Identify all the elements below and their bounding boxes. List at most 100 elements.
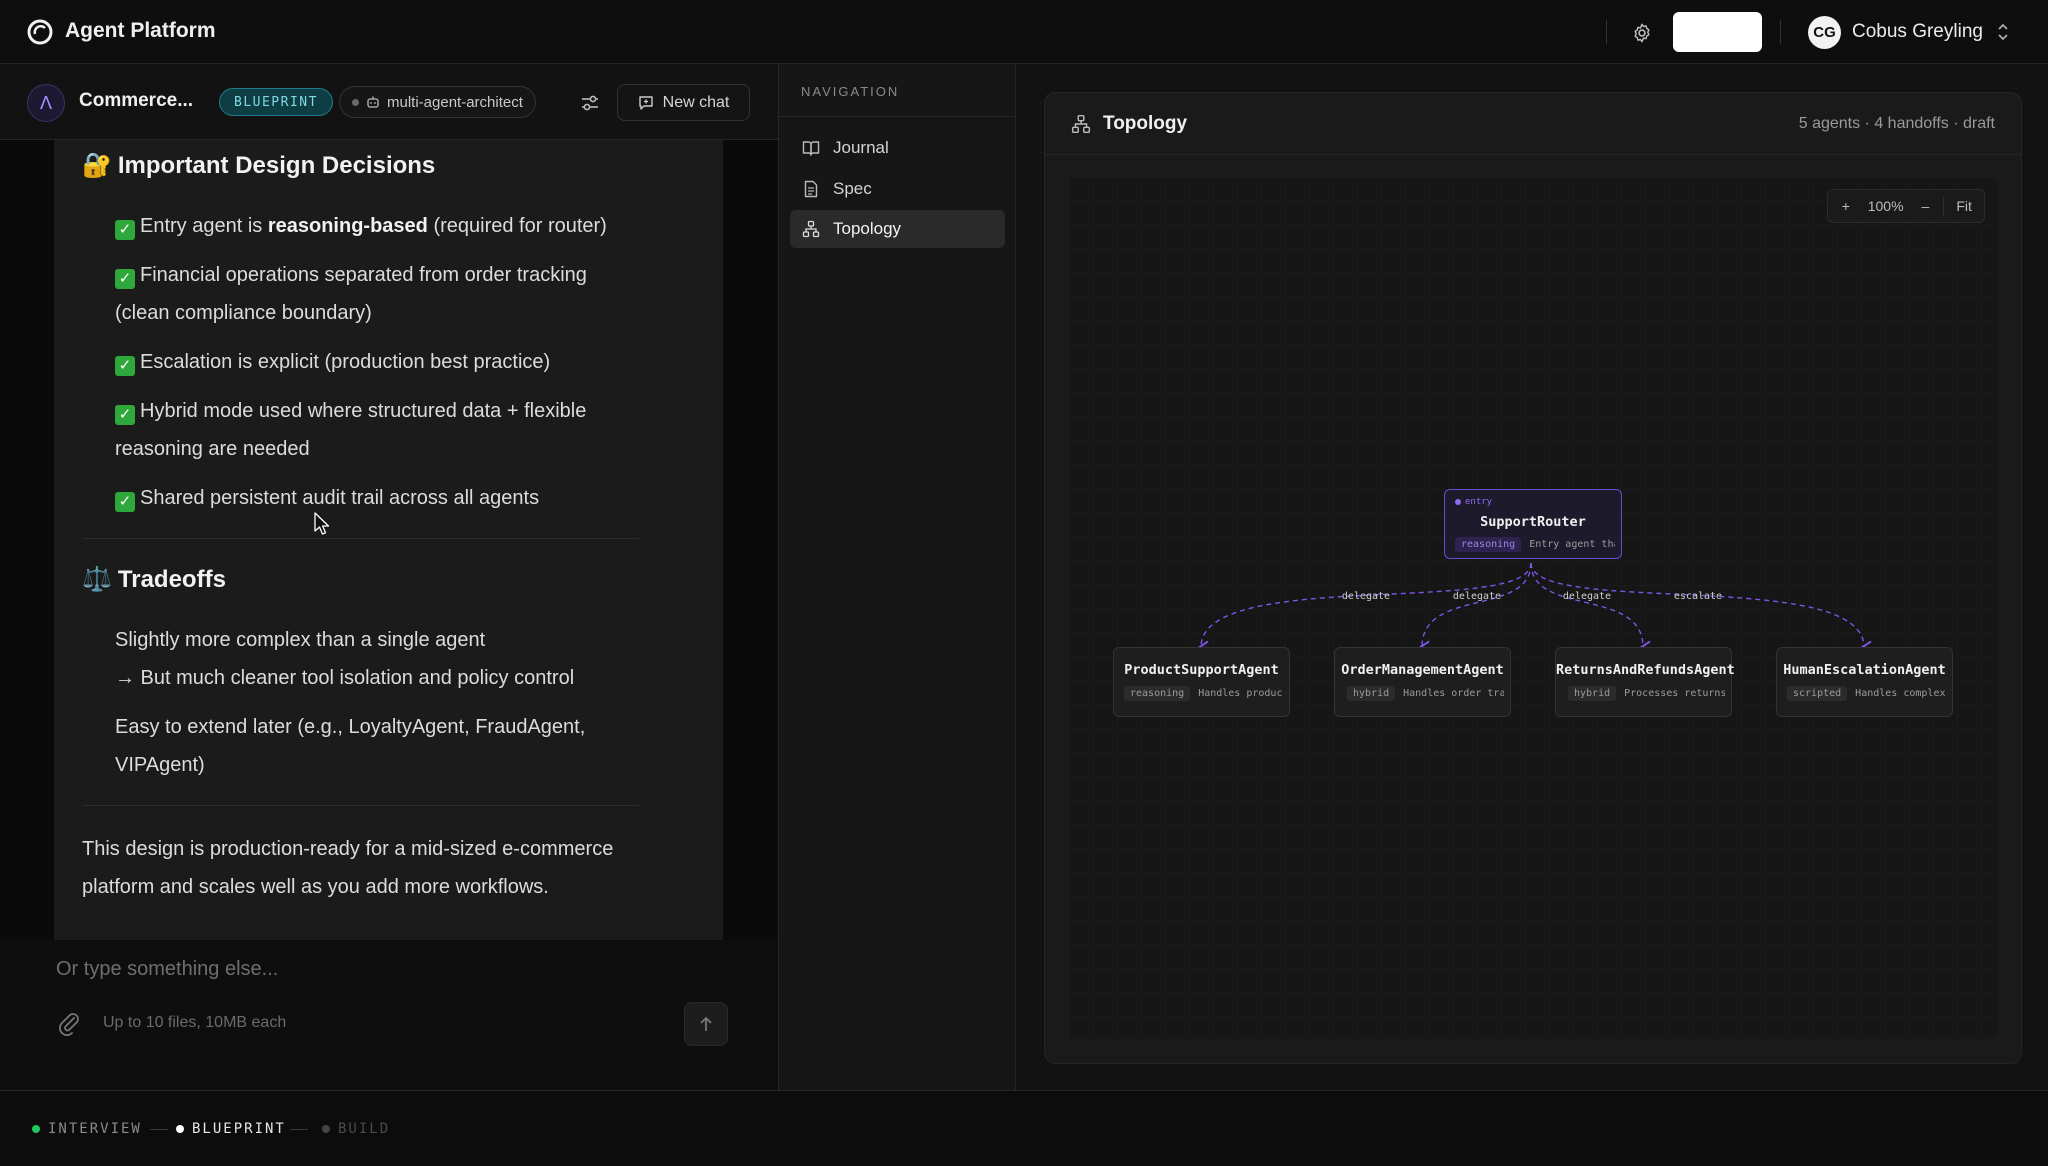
new-chat-label: New chat	[662, 93, 730, 111]
entry-label-text: entry	[1465, 497, 1493, 507]
tradeoff-item: → But much cleaner tool isolation and po…	[115, 667, 575, 689]
mode-tag: hybrid	[1347, 686, 1396, 701]
nav-item-topology[interactable]: Topology	[790, 210, 1005, 248]
decisions-heading-text: Important Design Decisions	[117, 151, 436, 179]
nav-item-label: Journal	[833, 138, 889, 157]
navigation-panel: NAVIGATION Journal Spec Topology	[778, 64, 1017, 1090]
step-dot	[322, 1125, 330, 1133]
topology-icon	[1071, 114, 1091, 134]
tradeoffs-heading-text: Tradeoffs	[117, 565, 226, 593]
tradeoff-item: Slightly more complex than a single agen…	[115, 629, 486, 651]
phase-badge: BLUEPRINT	[219, 88, 333, 116]
agent-chip[interactable]: multi-agent-architect	[339, 86, 536, 118]
step-connector	[150, 1129, 168, 1130]
mode-tag: hybrid	[1568, 686, 1617, 701]
agent-node-productsupportagent[interactable]: ProductSupportAgent reasoning Handles pr…	[1113, 647, 1290, 717]
book-icon	[802, 141, 820, 156]
new-chat-button[interactable]: New chat	[617, 84, 750, 121]
node-name: SupportRouter	[1480, 514, 1586, 530]
edge-label: escalate	[1674, 591, 1722, 602]
step-label: INTERVIEW	[48, 1121, 142, 1137]
divider	[1780, 20, 1781, 44]
top-bar: Agent Platform CG Cobus Greyling	[0, 0, 2048, 64]
send-button[interactable]	[684, 1002, 728, 1046]
decision-item: ✓ Entry agent is reasoning-based (require…	[115, 207, 635, 245]
check-icon: ✓	[115, 405, 135, 425]
node-name: ReturnsAndRefundsAgent	[1556, 662, 1735, 678]
nav-item-spec[interactable]: Spec	[790, 170, 1005, 208]
check-icon: ✓	[115, 269, 135, 289]
topology-stats: 5 agents · 4 handoffs · draft	[1798, 115, 1995, 132]
topology-header: Topology 5 agents · 4 handoffs · draft	[1045, 93, 2021, 155]
step-dot	[176, 1125, 184, 1133]
agent-node-returnsandrefundsagent[interactable]: ReturnsAndRefundsAgent hybrid Processes …	[1555, 647, 1735, 717]
node-meta: scripted Handles complex or s	[1787, 686, 1946, 701]
project-avatar: Λ	[27, 84, 65, 122]
step-blueprint: BLUEPRINT	[176, 1121, 286, 1137]
arrow-up-icon	[700, 1016, 712, 1031]
node-name: ProductSupportAgent	[1124, 662, 1279, 678]
step-build: BUILD	[322, 1121, 390, 1137]
topology-canvas[interactable]: + 100% – Fit delegate delegate delegate …	[1069, 177, 1997, 1039]
divider	[1606, 20, 1607, 44]
settings-button[interactable]	[1628, 19, 1655, 46]
agent-node-ordermanagementagent[interactable]: OrderManagementAgent hybrid Handles orde…	[1334, 647, 1511, 717]
app-title: Agent Platform	[65, 19, 216, 42]
entry-label: entry	[1455, 497, 1492, 507]
check-icon: ✓	[115, 492, 135, 512]
project-name[interactable]: Commerce...	[79, 90, 193, 112]
user-name[interactable]: Cobus Greyling	[1852, 21, 1983, 43]
edge-label: delegate	[1453, 591, 1501, 602]
edge-label: delegate	[1563, 591, 1611, 602]
node-description: Handles complex or s	[1855, 688, 1946, 699]
avatar[interactable]: CG	[1808, 16, 1841, 49]
progress-bar: INTERVIEW BLUEPRINT BUILD	[0, 1090, 2048, 1166]
closing-paragraph: This design is production-ready for a mi…	[82, 838, 614, 898]
action-button[interactable]	[1673, 12, 1762, 52]
topology-panel: Topology 5 agents · 4 handoffs · draft +…	[1044, 92, 2022, 1064]
chat-plus-icon	[638, 95, 653, 110]
settings-toggle-button[interactable]	[576, 89, 604, 117]
paperclip-icon[interactable]	[57, 1010, 81, 1036]
tradeoffs-heading: ⚖️ Tradeoffs	[82, 565, 226, 594]
decision-item: ✓ Hybrid mode used where structured data …	[115, 400, 587, 460]
node-description: Processes returns, r	[1624, 688, 1725, 699]
divider	[82, 805, 639, 806]
nav-item-journal[interactable]: Journal	[790, 129, 1005, 167]
chevron-up-down-icon[interactable]	[1996, 20, 2010, 44]
node-meta: hybrid Processes returns, r	[1566, 686, 1725, 701]
mode-tag: scripted	[1787, 686, 1848, 701]
agent-node-humanescalationagent[interactable]: HumanEscalationAgent scripted Handles co…	[1776, 647, 1953, 717]
nav-heading: NAVIGATION	[801, 84, 900, 99]
edge-label: delegate	[1342, 591, 1390, 602]
node-description: Handles product ques	[1198, 688, 1283, 699]
topology-icon	[802, 220, 820, 238]
chat-header: Λ Commerce... BLUEPRINT multi-agent-arch…	[0, 64, 778, 140]
step-connector	[290, 1129, 308, 1130]
agent-chip-label: multi-agent-architect	[387, 93, 523, 111]
mode-tag: reasoning	[1455, 537, 1522, 552]
nav-item-label: Spec	[833, 179, 872, 198]
check-icon: ✓	[115, 220, 135, 240]
decision-item: ✓ Financial operations separated from ord…	[115, 264, 587, 324]
nav-item-label: Topology	[833, 219, 902, 238]
check-icon: ✓	[115, 356, 135, 376]
mouse-cursor-icon	[314, 512, 330, 535]
scale-icon: ⚖️	[82, 566, 112, 593]
step-label: BLUEPRINT	[192, 1121, 286, 1137]
step-dot	[32, 1125, 40, 1133]
step-label: BUILD	[338, 1121, 391, 1137]
agent-node-supportrouter[interactable]: entry SupportRouter reasoning Entry agen…	[1444, 489, 1622, 559]
step-interview: INTERVIEW	[32, 1121, 142, 1137]
chat-scroll-area[interactable]: 🔐 Important Design Decisions ✓ Entry agen…	[0, 140, 778, 1059]
node-meta: reasoning Handles product ques	[1124, 686, 1283, 701]
edge-delegate-order	[1418, 562, 1532, 654]
node-meta: reasoning Entry agent that cla	[1455, 537, 1615, 552]
decision-item: ✓ Escalation is explicit (production best…	[115, 343, 635, 381]
document-icon	[804, 180, 818, 198]
message-input[interactable]	[54, 954, 714, 984]
edge-delegate-returns	[1530, 562, 1651, 654]
gear-icon	[1633, 23, 1650, 42]
lock-icon: 🔐	[82, 152, 112, 179]
decisions-heading: 🔐 Important Design Decisions	[82, 151, 435, 180]
